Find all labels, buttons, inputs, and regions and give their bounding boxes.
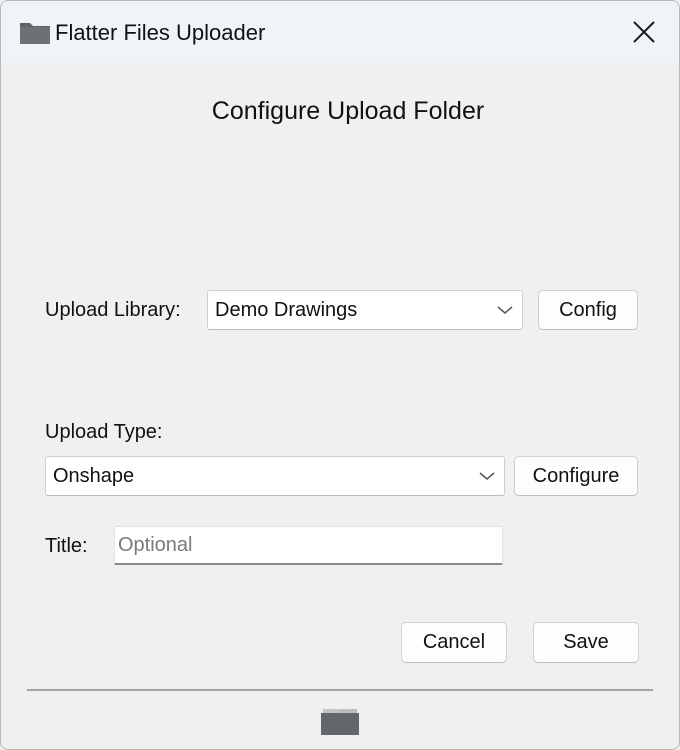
upload-type-dropdown[interactable]: Onshape bbox=[45, 456, 505, 496]
chevron-down-icon bbox=[479, 472, 495, 480]
upload-library-value: Demo Drawings bbox=[215, 299, 358, 321]
close-button[interactable] bbox=[609, 1, 679, 63]
folder-icon bbox=[321, 709, 359, 735]
title-bar: Flatter Files Uploader bbox=[1, 1, 679, 63]
folder-icon bbox=[20, 23, 50, 44]
chevron-down-icon bbox=[497, 306, 513, 314]
upload-type-label: Upload Type: bbox=[45, 421, 163, 443]
title-input[interactable] bbox=[114, 526, 503, 565]
upload-type-value: Onshape bbox=[53, 465, 135, 487]
uploader-window: Flatter Files Uploader Configure Upload … bbox=[0, 0, 680, 750]
close-icon bbox=[633, 21, 655, 43]
upload-library-label: Upload Library: bbox=[45, 299, 181, 321]
window-title: Flatter Files Uploader bbox=[55, 20, 266, 45]
upload-library-dropdown[interactable]: Demo Drawings bbox=[207, 290, 523, 330]
dialog-heading: Configure Upload Folder bbox=[211, 97, 485, 125]
configure-type-button[interactable]: Configure bbox=[514, 456, 638, 496]
cancel-button[interactable]: Cancel bbox=[401, 622, 507, 663]
title-label: Title: bbox=[45, 535, 88, 557]
footer-divider bbox=[27, 689, 653, 691]
config-library-button[interactable]: Config bbox=[538, 290, 638, 330]
save-button[interactable]: Save bbox=[533, 622, 639, 663]
